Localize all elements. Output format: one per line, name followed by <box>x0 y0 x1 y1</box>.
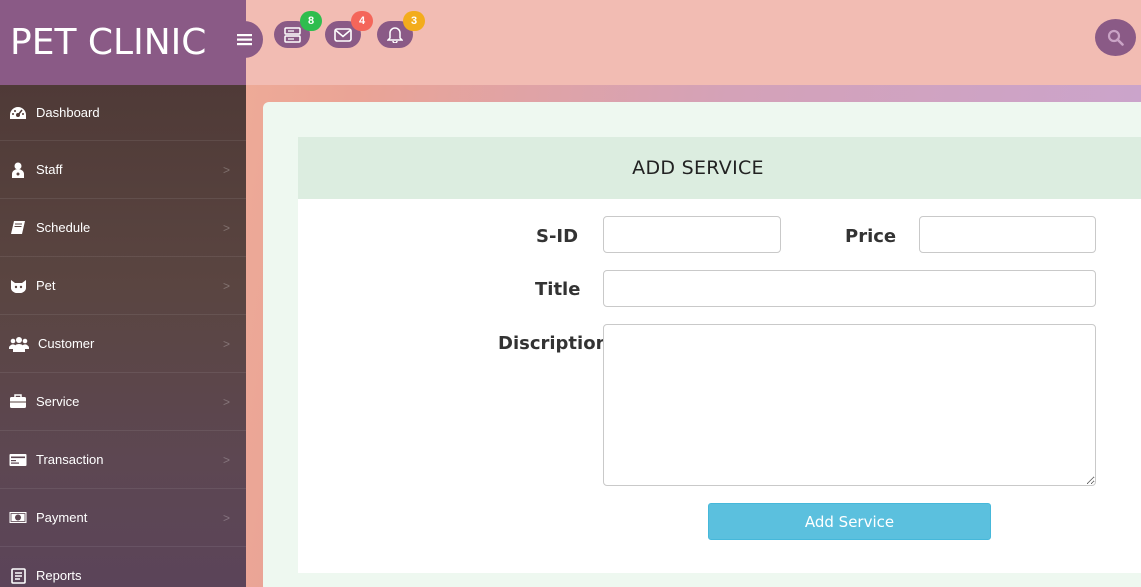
notifications-button[interactable]: 3 <box>377 11 425 48</box>
title-label: Title <box>535 279 581 300</box>
sidebar-item-label: Service <box>36 394 80 409</box>
tasks-badge: 8 <box>300 11 322 31</box>
sidebar-item-label: Payment <box>36 510 88 525</box>
staff-icon <box>9 162 27 178</box>
chevron-right-icon: > <box>222 278 230 293</box>
sidebar-item-label: Customer <box>38 336 95 351</box>
sidebar-item-staff[interactable]: Staff > <box>0 141 246 199</box>
price-label: Price <box>845 226 897 247</box>
sidebar-item-dashboard[interactable]: Dashboard <box>0 85 246 141</box>
sidebar-item-label: Pet <box>36 278 56 293</box>
credit-card-icon <box>9 452 27 468</box>
envelope-icon <box>334 27 352 42</box>
description-textarea[interactable] <box>603 324 1096 486</box>
sidebar-item-pet[interactable]: Pet > <box>0 257 246 315</box>
brand-title[interactable]: PET CLINIC <box>0 0 246 85</box>
add-service-form: ADD SERVICE S-ID Price Title Discription… <box>298 137 1141 573</box>
price-input[interactable] <box>919 216 1096 253</box>
tasks-button[interactable]: 8 <box>274 11 322 48</box>
messages-badge: 4 <box>351 11 373 31</box>
bell-icon <box>387 27 403 43</box>
server-icon <box>283 26 301 43</box>
sid-label: S-ID <box>536 226 579 247</box>
sidebar-item-payment[interactable]: Payment > <box>0 489 246 547</box>
book-icon <box>9 220 27 236</box>
sidebar-item-label: Dashboard <box>36 105 100 120</box>
menu-toggle-button[interactable] <box>226 21 263 58</box>
notifications-badge: 3 <box>403 11 425 31</box>
chevron-right-icon: > <box>222 510 230 525</box>
search-icon <box>1107 29 1124 46</box>
briefcase-icon <box>9 394 27 410</box>
sidebar-item-label: Transaction <box>36 452 104 467</box>
sidebar-item-label: Staff <box>36 162 63 177</box>
chevron-right-icon: > <box>222 336 230 351</box>
sidebar-item-service[interactable]: Service > <box>0 373 246 431</box>
sidebar-item-label: Schedule <box>36 220 91 235</box>
users-icon <box>9 336 29 352</box>
title-input[interactable] <box>603 270 1096 307</box>
sidebar-item-customer[interactable]: Customer > <box>0 315 246 373</box>
sidebar-item-schedule[interactable]: Schedule > <box>0 199 246 257</box>
dashboard-icon <box>9 105 27 121</box>
chevron-right-icon: > <box>222 162 230 177</box>
description-label: Discription <box>498 333 609 354</box>
money-icon <box>9 510 27 526</box>
chevron-right-icon: > <box>222 452 230 467</box>
sid-input[interactable] <box>603 216 781 253</box>
hamburger-icon <box>237 34 252 46</box>
sidebar-item-reports[interactable]: Reports <box>0 547 246 587</box>
sidebar-item-transaction[interactable]: Transaction > <box>0 431 246 489</box>
form-title: ADD SERVICE <box>298 137 1141 199</box>
report-icon <box>9 567 27 584</box>
messages-button[interactable]: 4 <box>325 11 373 48</box>
chevron-right-icon: > <box>222 220 230 235</box>
search-button[interactable] <box>1095 19 1136 56</box>
sidebar: Dashboard Staff > Schedule > Pet > Custo… <box>0 85 246 587</box>
add-service-button[interactable]: Add Service <box>708 503 991 540</box>
pet-icon <box>9 278 27 294</box>
chevron-right-icon: > <box>222 394 230 409</box>
sidebar-item-label: Reports <box>36 568 82 583</box>
